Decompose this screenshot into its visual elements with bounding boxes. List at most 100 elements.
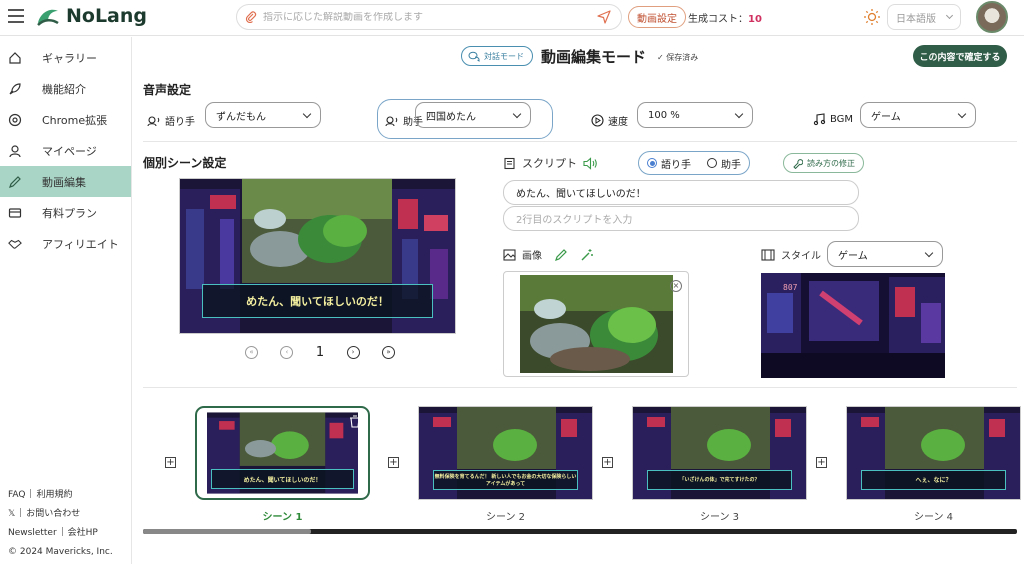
top-bar: NoLang 動画設定 生成コスト：10 日本語版 [0, 0, 1024, 36]
prev-page-button[interactable]: ‹ [280, 345, 294, 359]
magic-wand-icon[interactable] [580, 248, 594, 262]
scene-image [520, 275, 673, 373]
next-page-button[interactable]: › [346, 345, 360, 359]
video-settings-button[interactable]: 動画設定 [628, 6, 686, 28]
sidebar-item-affiliate[interactable]: アフィリエイト [0, 228, 131, 259]
style-select[interactable]: ゲーム [827, 241, 943, 267]
scene-image-box[interactable]: × [503, 271, 689, 377]
page-title: 動画編集モード [541, 48, 647, 66]
home-icon [9, 51, 21, 64]
chat-bubbles-icon [468, 51, 480, 62]
voice-icon [147, 115, 160, 126]
speaker-icon[interactable] [583, 156, 599, 170]
image-icon [503, 248, 516, 261]
terms-link[interactable]: 利用規約 [36, 490, 72, 500]
chevron-down-icon [924, 248, 934, 257]
x-icon[interactable]: 𝕏 [8, 509, 15, 519]
script-line-1[interactable]: めたん、聞いてほしいのだ！ [503, 180, 859, 205]
sidebar-item-features[interactable]: 機能紹介 [0, 73, 131, 104]
script-line-2-input[interactable]: 2行目のスクリプトを入力 [503, 206, 859, 231]
add-scene-button[interactable]: + [165, 457, 176, 468]
attach-icon[interactable] [245, 11, 257, 23]
sidebar: ギャラリー 機能紹介 Chrome拡張 マイページ 動画編集 有料プラン アフィ… [0, 37, 132, 564]
bgm-label: BGM [813, 113, 853, 126]
user-icon [9, 144, 21, 157]
prompt-bar[interactable] [236, 4, 622, 30]
remove-image-icon[interactable]: × [670, 280, 682, 292]
sidebar-footer: FAQ 利用規約 𝕏 お問い合わせ Newsletter 会社HP © 2024 Ma… [8, 486, 113, 562]
contact-link[interactable]: お問い合わせ [26, 509, 80, 519]
menu-icon[interactable] [8, 9, 24, 23]
sidebar-item-video-edit[interactable]: 動画編集 [0, 166, 131, 197]
main-area: 対話モード 動画編集モード ✓ 保存済み この内容で確定する 音声設定 語り手 … [133, 37, 1024, 564]
scene-thumb-2-label: シーン 2 [485, 512, 526, 523]
bgm-select[interactable]: ゲーム [860, 102, 976, 128]
voice-settings-row: 語り手 ずんだもん 助手 四国めたん 速度 100 % BGM ゲーム [147, 99, 1007, 139]
style-sign-text: 807 [783, 283, 798, 292]
sidebar-item-paid-plan[interactable]: 有料プラン [0, 197, 131, 228]
thumbnail-scrollbar[interactable] [143, 529, 1017, 534]
sidebar-item-chrome[interactable]: Chrome拡張 [0, 104, 131, 135]
last-page-button[interactable]: » [381, 345, 395, 359]
helper-select[interactable]: 四国めたん [415, 102, 531, 128]
image-heading: 画像 [503, 247, 594, 262]
thumb-caption: 「いざけんの体」で充てすけたの？ [646, 469, 793, 490]
speed-select[interactable]: 100 % [637, 102, 753, 128]
scene-thumbnails: + めたん、聞いてほしいのだ！ シーン 1 + 無料保険を育てるんだ！ 新しい人… [133, 397, 1024, 527]
role-helper-radio[interactable]: 助手 [707, 156, 741, 171]
chevron-down-icon [302, 109, 312, 118]
handshake-icon [8, 239, 22, 249]
scene-thumb-1-label: シーン 1 [262, 512, 303, 523]
copyright: © 2024 Mavericks, Inc. [8, 547, 113, 557]
scene-thumb-3[interactable]: 「いざけんの体」で充てすけたの？ [632, 406, 807, 500]
play-circle-icon [591, 114, 604, 127]
add-scene-button[interactable]: + [602, 457, 613, 468]
dialogue-mode-button[interactable]: 対話モード [461, 46, 533, 66]
add-scene-button[interactable]: + [388, 457, 399, 468]
role-narrator-radio[interactable]: 語り手 [647, 156, 691, 171]
narrator-label: 語り手 [147, 113, 195, 128]
music-note-icon [813, 113, 826, 126]
scene-pager: « ‹ 1 › » [245, 343, 395, 361]
first-page-button[interactable]: « [245, 345, 258, 359]
style-preview-image[interactable]: 807 [761, 273, 945, 378]
divider [143, 387, 1017, 388]
narrator-select[interactable]: ずんだもん [205, 102, 321, 128]
language-select[interactable]: 日本語版 [887, 4, 961, 30]
prompt-input[interactable] [263, 11, 597, 23]
add-scene-button[interactable]: + [816, 457, 827, 468]
avatar[interactable] [976, 1, 1008, 33]
divider [143, 141, 1017, 142]
scene-thumb-1[interactable]: めたん、聞いてほしいのだ！ [195, 406, 370, 500]
confirm-button[interactable]: この内容で確定する [913, 45, 1007, 67]
saved-status: ✓ 保存済み [657, 53, 699, 62]
thumb-caption: めたん、聞いてほしいのだ！ [210, 469, 355, 489]
logo-text: NoLang [66, 5, 148, 27]
trash-icon[interactable] [348, 414, 362, 428]
voice-icon [385, 115, 398, 126]
company-link[interactable]: 会社HP [68, 528, 98, 538]
script-heading: スクリプト [503, 155, 599, 171]
newsletter-link[interactable]: Newsletter [8, 528, 57, 538]
scene-thumb-2[interactable]: 無料保険を育てるんだ！ 新しい人でもお金の大切な保険らしいアイテムがあって [418, 406, 593, 500]
scrollbar-thumb[interactable] [143, 529, 311, 534]
pencil-icon [9, 175, 21, 188]
pencil-icon[interactable] [554, 248, 568, 262]
send-icon[interactable] [597, 10, 611, 24]
script-icon [504, 157, 515, 169]
chevron-down-icon [512, 109, 522, 118]
faq-link[interactable]: FAQ [8, 490, 25, 500]
fix-reading-button[interactable]: 読み方の修正 [783, 153, 864, 173]
generation-cost: 生成コスト：10 [688, 14, 762, 25]
sidebar-item-gallery[interactable]: ギャラリー [0, 42, 131, 73]
chevron-down-icon [945, 11, 954, 20]
scene-thumb-4[interactable]: へぇ、なに？ [846, 406, 1021, 500]
style-heading: スタイル [761, 247, 821, 262]
chevron-down-icon [957, 109, 967, 118]
logo[interactable]: NoLang [36, 5, 147, 27]
title-row: 対話モード 動画編集モード ✓ 保存済み この内容で確定する [133, 45, 1024, 69]
scene-preview[interactable]: めたん、聞いてほしいのだ！ [179, 178, 456, 334]
sun-icon[interactable] [863, 8, 881, 26]
sidebar-item-mypage[interactable]: マイページ [0, 135, 131, 166]
rocket-icon [9, 82, 21, 94]
